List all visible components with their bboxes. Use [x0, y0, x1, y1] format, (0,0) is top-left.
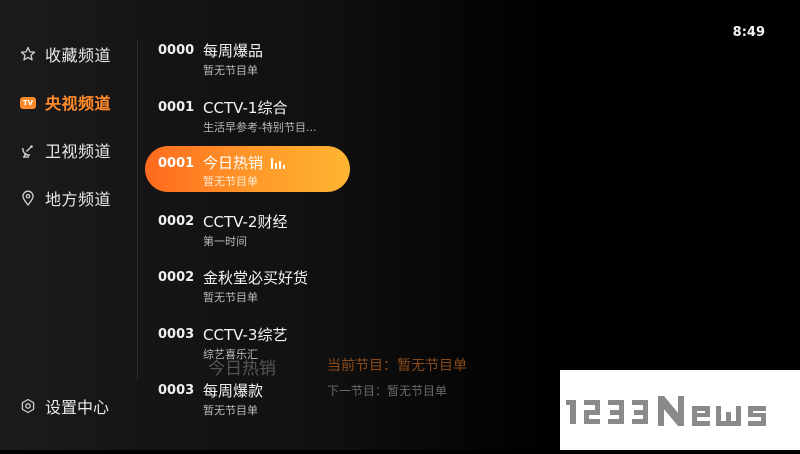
channel-name: 今日热销 — [203, 154, 264, 172]
playing-equalizer-icon — [271, 158, 286, 169]
sidebar-item-cctv[interactable]: TV 央视频道 — [20, 90, 111, 114]
location-pin-icon — [22, 190, 34, 206]
channel-program: 暂无节目单 — [203, 64, 258, 77]
channel-name: CCTV-1综合 — [203, 99, 288, 117]
sidebar-item-favorites[interactable]: 收藏频道 — [20, 42, 111, 66]
channel-list-item[interactable]: 0000 每周爆品 暂无节目单 — [145, 37, 350, 83]
channel-guide-screen: 8:49 收藏频道 TV 央视频道 卫视频道 地方频道 0000 每周爆品 暂无… — [0, 0, 800, 450]
sidebar-item-label: 央视频道 — [45, 94, 112, 113]
category-sidebar: 收藏频道 TV 央视频道 卫视频道 地方频道 — [0, 0, 138, 450]
watermark-logo-image — [566, 396, 766, 426]
sidebar-item-label: 收藏频道 — [45, 46, 112, 65]
channel-program: 暂无节目单 — [203, 175, 258, 188]
channel-name: 金秋堂必买好货 — [203, 269, 309, 287]
current-channel-title: 今日热销 — [208, 359, 276, 379]
channel-name: 每周爆品 — [203, 42, 264, 60]
channel-number: 0003 — [158, 383, 195, 398]
channel-number: 0001 — [158, 156, 195, 171]
next-program-label: 下一节目：暂无节目单 — [327, 384, 448, 398]
channel-program: 生活早参考-特别节目... — [203, 121, 317, 134]
channel-list-item[interactable]: 0002 CCTV-2财经 第一时间 — [145, 208, 350, 254]
star-icon — [20, 46, 36, 61]
channel-number: 0001 — [158, 100, 195, 115]
channel-number: 0002 — [158, 270, 195, 285]
satellite-icon — [22, 145, 33, 158]
settings-label: 设置中心 — [45, 398, 110, 417]
channel-number: 0000 — [158, 43, 195, 58]
channel-list-item[interactable]: 0002 金秋堂必买好货 暂无节目单 — [145, 264, 350, 310]
channel-program: 暂无节目单 — [203, 291, 258, 304]
watermark-logo — [560, 370, 800, 450]
channel-number: 0003 — [158, 327, 195, 342]
tv-badge-icon: TV — [20, 96, 36, 109]
channel-name: CCTV-2财经 — [203, 213, 288, 231]
channel-program: 第一时间 — [203, 235, 247, 248]
current-program-label: 当前节目：暂无节目单 — [327, 358, 467, 374]
clock: 8:49 — [732, 25, 765, 40]
sidebar-item-label: 卫视频道 — [45, 142, 112, 161]
channel-list-item-selected[interactable]: 0001 今日热销 暂无节目单 — [145, 146, 350, 192]
channel-name: CCTV-3综艺 — [203, 326, 288, 344]
channel-number: 0002 — [158, 214, 195, 229]
sidebar-item-local[interactable]: 地方频道 — [20, 186, 111, 210]
channel-program: 暂无节目单 — [203, 404, 258, 417]
sidebar-divider — [137, 40, 138, 380]
settings-icon — [21, 398, 35, 414]
channel-name-row: 今日热销 — [203, 152, 286, 173]
channel-list-item[interactable]: 0003 每周爆款 暂无节目单 — [145, 377, 350, 423]
channel-name: 每周爆款 — [203, 382, 264, 400]
sidebar-item-satellite[interactable]: 卫视频道 — [20, 138, 111, 162]
settings-button[interactable]: 设置中心 — [20, 395, 109, 417]
sidebar-item-label: 地方频道 — [45, 190, 112, 209]
channel-list-item[interactable]: 0001 CCTV-1综合 生活早参考-特别节目... — [145, 94, 350, 140]
